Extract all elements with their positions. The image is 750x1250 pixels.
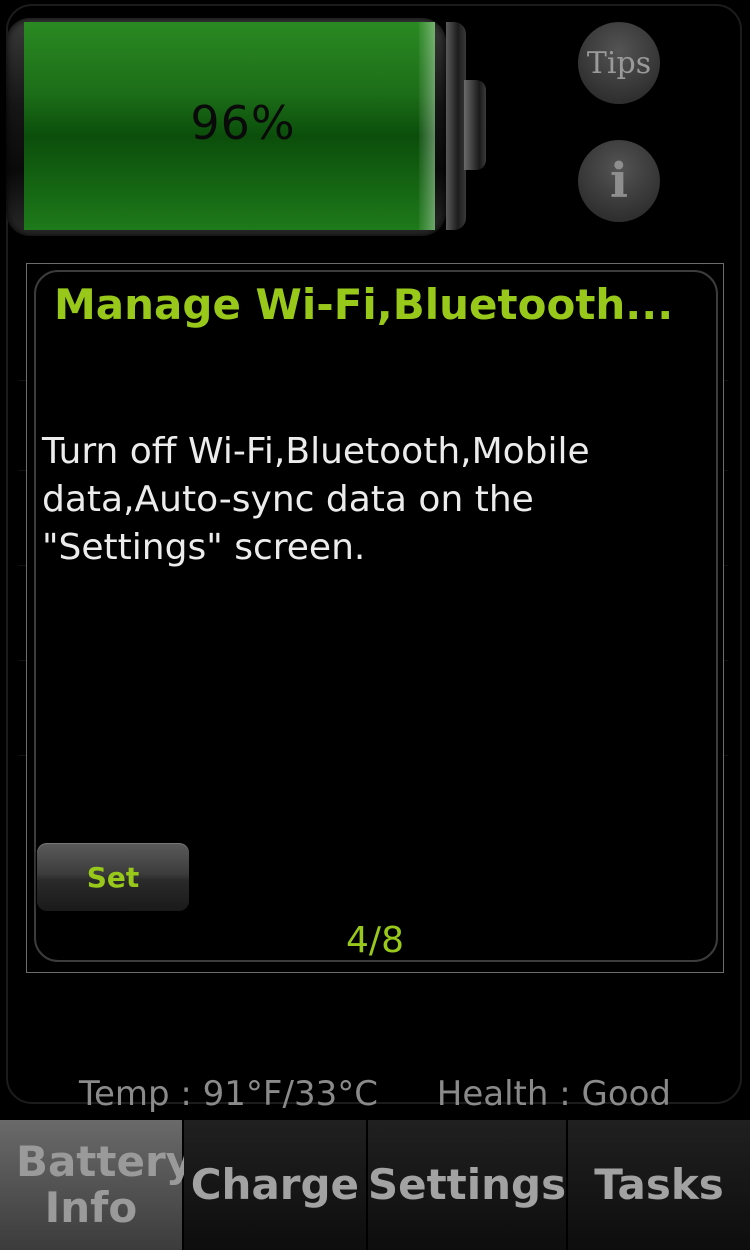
battery-percent-label: 96% (190, 96, 296, 150)
tab-battery-info[interactable]: Battery Info (0, 1120, 194, 1250)
health-readout: Health : Good (436, 1074, 672, 1114)
info-button[interactable]: i (578, 140, 660, 222)
dialog-title: Manage Wi-Fi,Bluetooth... (54, 280, 674, 329)
page-indicator: 4/8 (346, 920, 404, 961)
tab-label: Tasks (594, 1160, 724, 1209)
tab-label: Settings (367, 1160, 567, 1209)
tab-label: Charge (190, 1160, 360, 1209)
tab-tasks[interactable]: Tasks (568, 1120, 750, 1250)
tips-button[interactable]: Tips (578, 22, 660, 104)
status-line: Temp : 91°F/33°C Health : Good (0, 1074, 750, 1114)
tab-settings[interactable]: Settings (367, 1120, 569, 1250)
dialog-body-text: Turn off Wi-Fi,Bluetooth,Mobile data,Aut… (42, 431, 590, 568)
tips-label: Tips (586, 45, 652, 81)
tab-charge[interactable]: Charge (183, 1120, 368, 1250)
set-button-label: Set (86, 860, 140, 894)
tab-label: Battery Info (15, 1137, 194, 1232)
temperature-readout: Temp : 91°F/33°C (78, 1074, 378, 1114)
set-button[interactable]: Set (37, 843, 189, 911)
bottom-tab-bar: Battery Info Charge Settings Tasks (0, 1120, 750, 1250)
info-icon: i (609, 153, 629, 209)
